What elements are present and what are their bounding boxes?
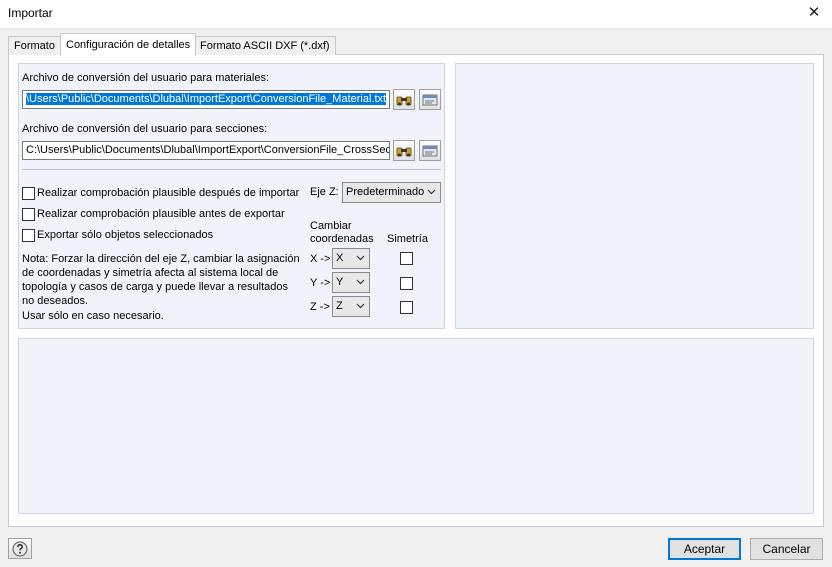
checkbox-sym-y[interactable]: [400, 277, 413, 290]
checkbox-check-before-export[interactable]: [22, 208, 35, 221]
chevron-down-icon: [427, 189, 436, 195]
title-bar: [0, 0, 832, 29]
checkbox-sym-z[interactable]: [400, 301, 413, 314]
sections-label: Archivo de conversión del usuario para s…: [22, 123, 268, 135]
sections-file-value: C:\Users\Public\Documents\Dlubal\ImportE…: [26, 144, 390, 156]
coord-y-select[interactable]: Y: [332, 272, 370, 293]
tab-configuracion-detalles[interactable]: Configuración de detalles: [60, 33, 197, 56]
note-line: de coordenadas y simetría afecta al sist…: [22, 267, 279, 279]
check-before-export-label: Realizar comprobación plausible antes de…: [37, 208, 285, 220]
edit-sections-button[interactable]: [419, 140, 441, 161]
change-coords-header-line2: coordenadas: [310, 233, 374, 245]
coord-z-label: Z ->: [310, 301, 330, 313]
edit-file-icon: [422, 94, 438, 105]
coord-y-label: Y ->: [310, 277, 331, 289]
note-line: topología y casos de carga y puede lleva…: [22, 281, 288, 293]
sections-file-field[interactable]: C:\Users\Public\Documents\Dlubal\ImportE…: [22, 141, 390, 160]
note-text: Nota: Forzar la dirección del eje Z, cam…: [22, 252, 300, 308]
export-selected-label: Exportar sólo objetos seleccionados: [37, 229, 214, 241]
tab-formato-dxf[interactable]: Formato ASCII DXF (*.dxf): [194, 36, 336, 55]
materials-label: Archivo de conversión del usuario para m…: [22, 72, 270, 84]
coord-z-select[interactable]: Z: [332, 296, 370, 317]
separator: [22, 169, 441, 170]
chevron-down-icon: [356, 255, 365, 261]
change-coords-header-line1: Cambiar: [310, 220, 352, 232]
preview-panel: [455, 63, 814, 329]
help-button[interactable]: [8, 538, 32, 559]
cancel-button[interactable]: Cancelar: [750, 538, 823, 560]
window-title: Importar: [8, 6, 53, 20]
coord-y-value: Y: [336, 276, 344, 288]
symmetry-header: Simetría: [387, 233, 428, 245]
materials-file-value: \Users\Public\Documents\Dlubal\ImportExp…: [26, 93, 387, 105]
close-button[interactable]: ✕: [800, 1, 828, 25]
usage-note: Usar sólo en caso necesario.: [22, 310, 164, 322]
check-after-import-label: Realizar comprobación plausible después …: [37, 187, 300, 199]
browse-materials-button[interactable]: [393, 89, 415, 110]
note-line: no deseados.: [22, 295, 89, 307]
chevron-down-icon: [356, 303, 365, 309]
coord-z-value: Z: [336, 300, 343, 312]
browse-sections-button[interactable]: [393, 140, 415, 161]
coord-x-label: X ->: [310, 253, 331, 265]
accept-button[interactable]: Aceptar: [668, 538, 741, 560]
z-axis-label: Eje Z:: [310, 186, 339, 198]
checkbox-check-after-import[interactable]: [22, 187, 35, 200]
checkbox-export-selected[interactable]: [22, 229, 35, 242]
coord-x-select[interactable]: X: [332, 248, 370, 269]
note-line: Nota: Forzar la dirección del eje Z, cam…: [22, 253, 300, 265]
coord-x-value: X: [336, 252, 344, 264]
chevron-down-icon: [356, 279, 365, 285]
z-axis-select[interactable]: Predeterminado: [342, 182, 441, 203]
tab-formato[interactable]: Formato: [8, 36, 61, 55]
info-panel: [18, 338, 814, 514]
edit-materials-button[interactable]: [419, 89, 441, 110]
binoculars-icon: [396, 147, 412, 156]
checkbox-sym-x[interactable]: [400, 252, 413, 265]
z-axis-value: Predeterminado: [346, 186, 425, 198]
edit-file-icon: [422, 145, 438, 156]
help-icon: [12, 541, 28, 556]
binoculars-icon: [396, 96, 412, 105]
materials-file-field[interactable]: \Users\Public\Documents\Dlubal\ImportExp…: [22, 90, 390, 109]
close-icon: ✕: [807, 4, 821, 21]
